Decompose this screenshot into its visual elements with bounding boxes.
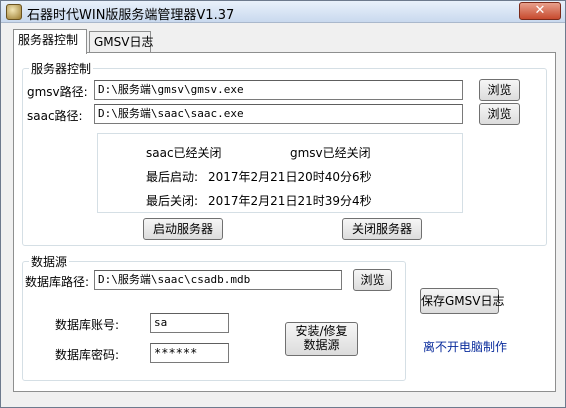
start-server-button[interactable]: 启动服务器: [143, 218, 223, 240]
save-gmsv-log-button[interactable]: 保存GMSV日志: [420, 288, 504, 314]
saac-browse-button[interactable]: 浏览: [479, 103, 520, 125]
last-start-label: 最后启动:: [146, 170, 199, 184]
gmsv-path-input[interactable]: D:\服务端\gmsv\gmsv.exe: [94, 80, 463, 100]
last-stop-value: 2017年2月21日21时39分4秒: [208, 194, 372, 208]
data-source-group: 数据源 数据库路径: D:\服务端\saac\csadb.mdb 浏览 数据库账…: [22, 253, 406, 381]
app-logo-icon: [6, 4, 22, 20]
install-datasource-line1: 安装/修复: [295, 324, 348, 338]
db-password-label: 数据库密码:: [55, 348, 120, 362]
saac-path-input[interactable]: D:\服务端\saac\saac.exe: [94, 104, 463, 124]
tab-panel: 服务器控制 gmsv路径: D:\服务端\gmsv\gmsv.exe 浏览 sa…: [13, 52, 556, 392]
saac-path-label: saac路径:: [27, 109, 83, 123]
db-browse-button[interactable]: 浏览: [353, 269, 392, 291]
install-datasource-line2: 数据源: [303, 338, 340, 352]
status-box: saac已经关闭 gmsv已经关闭 最后启动: 2017年2月21日20时40分…: [97, 133, 463, 213]
gmsv-status: gmsv已经关闭: [290, 146, 371, 160]
db-password-input[interactable]: ******: [150, 343, 229, 363]
title-bar[interactable]: 石器时代WIN版服务端管理器V1.37 ✕: [1, 1, 565, 23]
last-start-value: 2017年2月21日20时40分6秒: [208, 170, 372, 184]
db-path-input[interactable]: D:\服务端\saac\csadb.mdb: [94, 270, 342, 290]
credit-text: 离不开电脑制作: [423, 340, 508, 354]
data-source-group-title: 数据源: [29, 253, 70, 270]
gmsv-browse-button[interactable]: 浏览: [479, 79, 520, 101]
close-icon[interactable]: ✕: [519, 2, 561, 20]
db-account-input[interactable]: sa: [150, 313, 229, 333]
db-account-label: 数据库账号:: [55, 318, 120, 332]
app-window: 石器时代WIN版服务端管理器V1.37 ✕ 服务器控制 GMSV日志 服务器控制…: [0, 0, 566, 408]
server-control-group: 服务器控制 gmsv路径: D:\服务端\gmsv\gmsv.exe 浏览 sa…: [22, 60, 547, 246]
saac-status: saac已经关闭: [146, 146, 222, 160]
stop-server-button[interactable]: 关闭服务器: [342, 218, 422, 240]
server-control-group-title: 服务器控制: [29, 60, 94, 77]
gmsv-path-label: gmsv路径:: [27, 85, 88, 99]
last-stop-label: 最后关闭:: [146, 194, 199, 208]
tab-server-control[interactable]: 服务器控制: [13, 29, 87, 54]
tab-gmsv-log[interactable]: GMSV日志: [89, 31, 153, 53]
install-datasource-button[interactable]: 安装/修复 数据源: [285, 322, 358, 356]
db-path-label: 数据库路径:: [25, 275, 90, 289]
window-title: 石器时代WIN版服务端管理器V1.37: [27, 8, 235, 23]
